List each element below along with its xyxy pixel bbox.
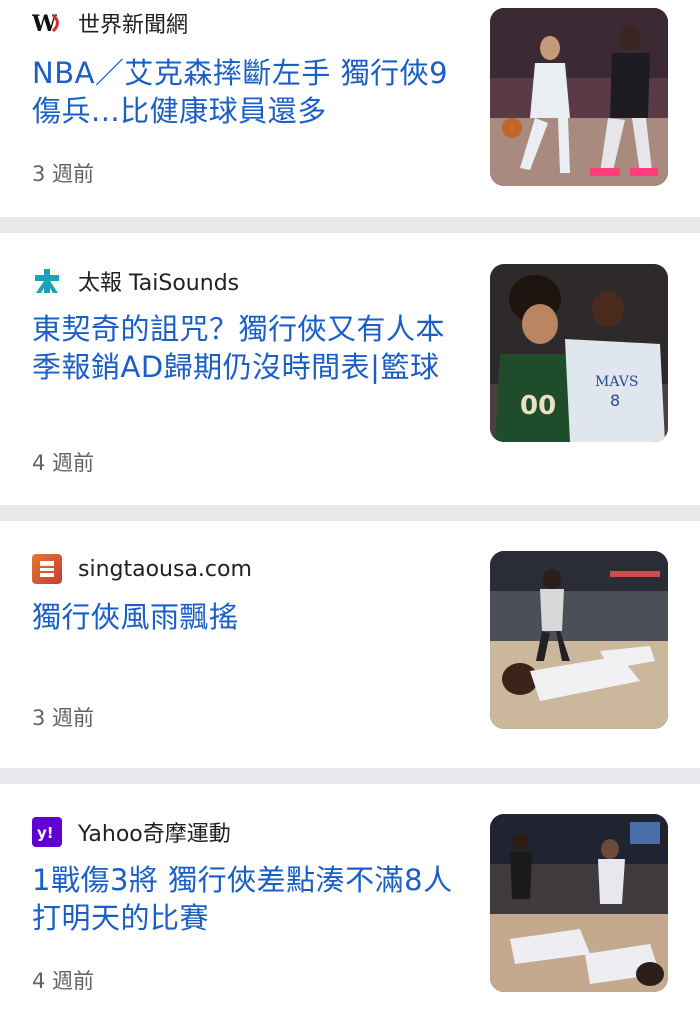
world-journal-logo-icon: W — [32, 8, 62, 38]
news-source: 太報 TaiSounds — [32, 233, 462, 296]
svg-text:MAVS: MAVS — [595, 374, 638, 390]
svg-text:W: W — [32, 11, 57, 35]
article-thumbnail[interactable] — [490, 551, 668, 729]
publish-age: 4 週前 — [32, 451, 95, 475]
source-name: singtaousa.com — [78, 556, 252, 582]
card-divider — [0, 217, 700, 233]
source-name: Yahoo奇摩運動 — [78, 822, 231, 847]
headline-link[interactable]: 獨行俠風雨飄搖 — [32, 598, 462, 636]
headline-link[interactable]: NBA／艾克森摔斷左手 獨行俠9傷兵...比健康球員還多 — [32, 54, 462, 130]
news-card[interactable]: y! Yahoo奇摩運動 1戰傷3將 獨行俠差點湊不滿8人打明天的比賽 4 週前 — [0, 784, 700, 1016]
headline-link[interactable]: 1戰傷3將 獨行俠差點湊不滿8人打明天的比賽 — [32, 861, 462, 937]
publish-age: 3 週前 — [32, 706, 95, 730]
article-thumbnail[interactable] — [490, 8, 668, 186]
svg-text:y!: y! — [37, 824, 54, 842]
publish-age: 3 週前 — [32, 162, 95, 186]
singtao-logo-icon — [32, 554, 62, 584]
taisounds-logo-icon — [32, 266, 62, 296]
news-card[interactable]: singtaousa.com 獨行俠風雨飄搖 3 週前 — [0, 521, 700, 768]
svg-text:00: 00 — [520, 391, 556, 421]
news-card[interactable]: 太報 TaiSounds 東契奇的詛咒？獨行俠又有人本季報銷AD歸期仍沒時間表|… — [0, 233, 700, 505]
source-name: 太報 TaiSounds — [78, 271, 240, 296]
publish-age: 4 週前 — [32, 969, 95, 993]
svg-text:8: 8 — [610, 391, 620, 410]
news-source: y! Yahoo奇摩運動 — [32, 784, 462, 847]
yahoo-logo-icon: y! — [32, 817, 62, 847]
news-source: singtaousa.com — [32, 521, 462, 584]
card-divider — [0, 768, 700, 784]
source-name: 世界新聞網 — [78, 13, 189, 38]
headline-link[interactable]: 東契奇的詛咒？獨行俠又有人本季報銷AD歸期仍沒時間表|籃球 — [32, 310, 462, 386]
card-divider — [0, 505, 700, 521]
news-card[interactable]: W 世界新聞網 NBA／艾克森摔斷左手 獨行俠9傷兵...比健康球員還多 3 週… — [0, 0, 700, 217]
news-source: W 世界新聞網 — [32, 0, 462, 38]
article-thumbnail[interactable] — [490, 814, 668, 992]
article-thumbnail[interactable]: 00 MAVS 8 — [490, 264, 668, 442]
